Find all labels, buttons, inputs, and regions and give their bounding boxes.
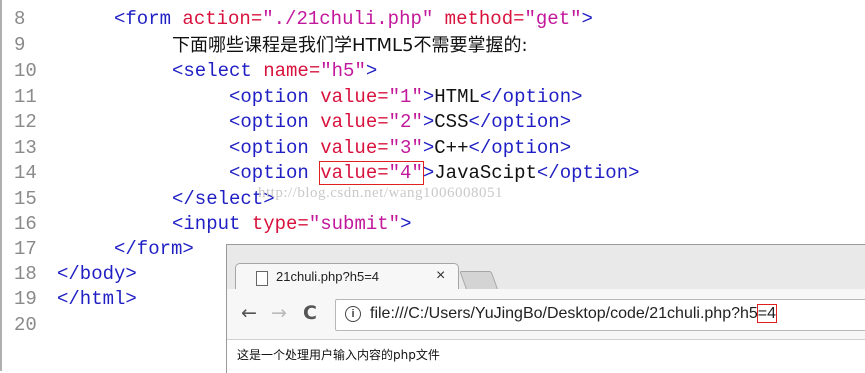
code-tag: > [422,137,435,159]
line-number: 12 [14,111,37,133]
code-line-select-open: <select name="h5"> [172,59,377,84]
page-text: 这是一个处理用户输入内容的php文件 [237,348,440,362]
code-tag: </option> [479,86,583,108]
code-attr: method= [433,8,525,30]
line-number: 9 [14,34,26,56]
line-number: 10 [14,60,37,82]
code-tag: <option [229,162,321,184]
code-line-html-close: </html> [57,287,137,312]
code-tag: > [422,86,435,108]
tab-bar: 21chuli.php?h5=4 × [227,245,865,292]
page-content: 这是一个处理用户输入内容的php文件 [227,340,865,373]
info-icon[interactable]: i [345,306,361,322]
url-text: file:///C:/Users/YuJingBo/Desktop/code/2… [370,304,778,323]
code-text: C++ [434,137,469,159]
address-bar[interactable]: i file:///C:/Users/YuJingBo/Desktop/code… [335,299,865,331]
code-tag: </form> [114,238,194,260]
code-value: "h5" [320,60,366,82]
code-attr: name= [263,60,321,82]
code-tag: <option [229,86,321,108]
line-number: 18 [14,263,37,285]
code-value: "./21chuli.php" [262,8,434,30]
browser-toolbar: ← → C i file:///C:/Users/YuJingBo/Deskto… [227,289,865,340]
forward-arrow-icon[interactable]: → [271,302,287,324]
value-highlight-box: value="4" [319,161,424,185]
code-attr: action= [182,8,263,30]
reload-icon[interactable]: C [303,302,317,324]
url-query-highlight: =4 [756,304,778,323]
code-tag: <option [229,137,321,159]
tab-title: 21chuli.php?h5=4 [276,269,380,284]
line-number: 11 [14,86,37,108]
code-tag: </option> [536,162,640,184]
line-number: 13 [14,137,37,159]
code-tag: <form [114,8,183,30]
code-text: JavaScipt [434,162,537,184]
code-tag: <option [229,111,321,133]
page-icon [256,271,268,286]
code-line-option-2: <option value="2">CSS</option> [229,110,571,135]
code-line-body-close: </body> [57,262,137,287]
new-tab-button[interactable] [459,271,499,291]
code-tag: </option> [468,111,572,133]
code-value: "4" [388,162,423,184]
code-value: "get" [524,8,582,30]
url-prefix: file:///C:/Users/YuJingBo/Desktop/code/2… [370,305,758,322]
code-text: HTML [434,86,480,108]
line-number: 17 [14,238,37,260]
browser-window: 21chuli.php?h5=4 × ← → C i file:///C:/Us… [226,244,865,373]
code-attr: type= [251,213,309,235]
code-line-input-submit: <input type="submit"> [172,212,411,237]
code-line-option-3: <option value="3">C++</option> [229,136,571,161]
back-arrow-icon[interactable]: ← [241,302,257,324]
line-number: 15 [14,188,37,210]
code-tag: </html> [57,288,137,310]
line-number: 19 [14,288,37,310]
code-attr: value= [320,111,389,133]
code-value: "submit" [308,213,401,235]
code-tag: > [422,111,435,133]
editor-gutter-border [0,0,8,371]
line-number: 16 [14,213,37,235]
browser-tab[interactable]: 21chuli.php?h5=4 × [235,263,459,292]
code-tag: > [365,60,378,82]
code-line-option-4: <option value="4">JavaScipt</option> [229,161,640,186]
code-attr: value= [320,86,389,108]
code-value: "3" [388,137,423,159]
code-line-question-text: 下面哪些课程是我们学HTML5不需要掌握的: [172,35,528,56]
code-tag: > [400,213,412,235]
code-line-form-open: <form action="./21chuli.php" method="get… [114,7,593,32]
code-tag: <select [172,60,264,82]
code-line-form-close: </form> [114,237,194,262]
code-value: "1" [388,86,423,108]
code-tag: <input [172,213,252,235]
code-line-option-1: <option value="1">HTML</option> [229,85,583,110]
watermark: http://blog.csdn.net/wang1006008051 [258,185,503,201]
code-attr: value= [320,162,389,184]
code-tag: > [581,8,593,30]
line-number: 8 [14,8,26,30]
line-number: 14 [14,162,37,184]
code-text: CSS [434,111,469,133]
code-tag: > [422,162,435,184]
code-tag: </option> [468,137,572,159]
code-attr: value= [320,137,389,159]
line-number: 20 [14,314,37,336]
code-tag: </body> [57,263,137,285]
code-value: "2" [388,111,423,133]
close-icon[interactable]: × [436,267,445,285]
